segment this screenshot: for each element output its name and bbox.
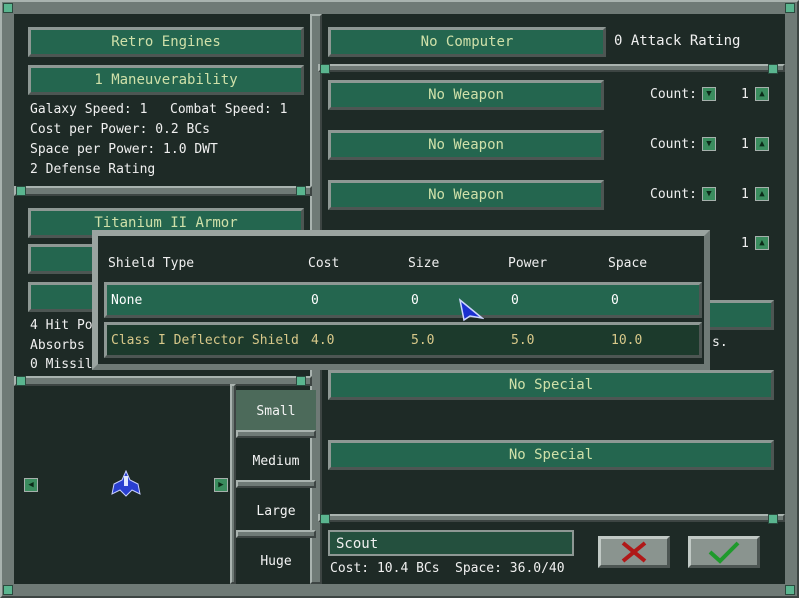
shield-power: 5.0 <box>511 333 535 348</box>
ship-cost: Cost: 10.4 BCs <box>330 561 440 576</box>
up-arrow-icon[interactable]: ▲ <box>755 187 769 201</box>
weapon-button-2[interactable]: No Weapon <box>328 130 604 160</box>
attack-rating: 0 Attack Rating <box>614 33 741 49</box>
ok-button[interactable] <box>688 536 760 568</box>
ship-space: Space: 36.0/40 <box>455 561 565 576</box>
size-separator <box>236 430 316 438</box>
header-cost: Cost <box>308 256 340 271</box>
shield-type: Class I Deflector Shield <box>111 333 299 348</box>
up-arrow-icon[interactable]: ▲ <box>755 137 769 151</box>
rivet <box>768 514 778 524</box>
hidden-right-button[interactable] <box>700 300 774 330</box>
rivet <box>3 585 13 595</box>
rivet <box>320 64 330 74</box>
right-arrow-icon[interactable]: ▶ <box>214 478 228 492</box>
absorbs-text: Absorbs <box>30 338 85 353</box>
special-button-1[interactable]: No Special <box>328 370 774 400</box>
weapon-count: 1 <box>741 87 749 102</box>
rivet <box>785 585 795 595</box>
shield-selection-popup: Shield Type Cost Size Power Space None 0… <box>92 230 710 370</box>
weapon-button-1[interactable]: No Weapon <box>328 80 604 110</box>
rivet <box>3 3 13 13</box>
shield-power: 0 <box>511 293 519 308</box>
cursor-icon <box>458 298 484 322</box>
ship-icon <box>111 470 141 497</box>
shield-space: 10.0 <box>611 333 643 348</box>
shield-cost: 0 <box>311 293 319 308</box>
missile-text: 0 Missile <box>30 357 101 372</box>
header-size: Size <box>408 256 440 271</box>
header-power: Power <box>508 256 548 271</box>
maneuverability-button[interactable]: 1 Maneuverability <box>28 65 304 95</box>
size-small-button[interactable]: Small <box>236 390 316 432</box>
shield-row-none[interactable]: None 0 0 0 0 <box>104 282 702 318</box>
header-space: Space <box>608 256 648 271</box>
shield-row-class-i[interactable]: Class I Deflector Shield 4.0 5.0 5.0 10.… <box>104 322 702 358</box>
right-separator-1 <box>318 64 785 72</box>
size-separator <box>236 480 316 488</box>
rivet <box>296 376 306 386</box>
size-separator <box>236 530 316 538</box>
shield-size: 0 <box>411 293 419 308</box>
rivet <box>768 64 778 74</box>
rivet <box>16 186 26 196</box>
weapon-count: 1 <box>741 187 749 202</box>
ship-name: Scout <box>336 536 379 552</box>
x-icon <box>621 541 647 563</box>
right-separator-2 <box>318 514 785 522</box>
hidden-suffix-text: s. <box>712 335 728 350</box>
left-arrow-icon[interactable]: ◀ <box>24 478 38 492</box>
left-separator-1 <box>14 186 312 196</box>
weapon-count-label: Count: <box>650 187 697 202</box>
rivet <box>785 3 795 13</box>
combat-speed: Combat Speed: 1 <box>170 102 288 117</box>
engine-button[interactable]: Retro Engines <box>28 27 304 57</box>
down-arrow-icon[interactable]: ▼ <box>702 187 716 201</box>
cost-per-power: Cost per Power: 0.2 BCs <box>30 122 211 137</box>
size-large-button[interactable]: Large <box>236 490 316 532</box>
shield-cost: 4.0 <box>311 333 335 348</box>
hit-points-text: 4 Hit Poi <box>30 318 101 333</box>
ship-name-field[interactable]: Scout <box>328 530 574 556</box>
weapon-count: 1 <box>741 137 749 152</box>
shield-space: 0 <box>611 293 619 308</box>
space-per-power: Space per Power: 1.0 DWT <box>30 142 218 157</box>
down-arrow-icon[interactable]: ▼ <box>702 87 716 101</box>
left-separator-2 <box>14 376 312 386</box>
defense-rating: 2 Defense Rating <box>30 162 156 177</box>
down-arrow-icon[interactable]: ▼ <box>702 137 716 151</box>
weapon-button-3[interactable]: No Weapon <box>328 180 604 210</box>
rivet <box>320 514 330 524</box>
shield-type: None <box>111 293 143 308</box>
computer-button[interactable]: No Computer <box>328 27 606 57</box>
up-arrow-icon[interactable]: ▲ <box>755 236 769 250</box>
hidden-weapon-count: 1 <box>741 236 749 251</box>
weapon-count-label: Count: <box>650 137 697 152</box>
size-huge-button[interactable]: Huge <box>236 540 316 582</box>
up-arrow-icon[interactable]: ▲ <box>755 87 769 101</box>
rivet <box>16 376 26 386</box>
check-icon <box>708 541 740 564</box>
weapon-count-label: Count: <box>650 87 697 102</box>
size-medium-button[interactable]: Medium <box>236 440 316 482</box>
header-shield-type: Shield Type <box>108 256 195 271</box>
shield-size: 5.0 <box>411 333 435 348</box>
rivet <box>296 186 306 196</box>
special-button-2[interactable]: No Special <box>328 440 774 470</box>
cancel-button[interactable] <box>598 536 670 568</box>
galaxy-speed: Galaxy Speed: 1 <box>30 102 148 117</box>
